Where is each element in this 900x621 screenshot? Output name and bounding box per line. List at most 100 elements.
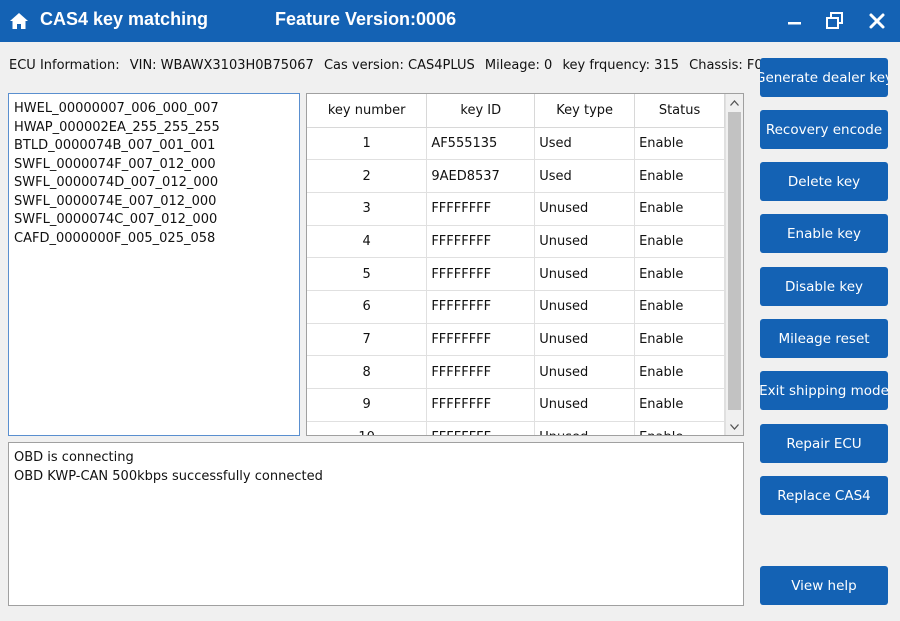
key-number-cell: 4 xyxy=(307,225,428,259)
key-type-cell: Used xyxy=(534,159,636,193)
window-title: CAS4 key matching xyxy=(40,9,209,29)
list-item[interactable]: CAFD_0000000F_005_025_058 xyxy=(14,230,294,249)
module-list[interactable]: HWEL_00000007_006_000_007 HWAP_000002EA_… xyxy=(8,93,300,436)
table-header-row: key number key ID Key type Status xyxy=(307,94,725,128)
table-row[interactable]: 10 FFFFFFFF Unused Enable xyxy=(307,421,725,435)
key-number-cell: 2 xyxy=(307,159,428,193)
list-item[interactable]: HWAP_000002EA_255_255_255 xyxy=(14,119,294,138)
key-type-cell: Unused xyxy=(534,290,636,324)
exit-shipping-mode-button[interactable]: Exit shipping mode xyxy=(760,371,888,410)
status-cell: Enable xyxy=(634,225,725,259)
status-log[interactable]: OBD is connecting OBD KWP-CAN 500kbps su… xyxy=(8,442,744,606)
restore-button[interactable] xyxy=(822,8,848,34)
column-header-key-number[interactable]: key number xyxy=(307,94,428,128)
status-cell: Enable xyxy=(634,192,725,226)
status-cell: Enable xyxy=(634,323,725,357)
list-item[interactable]: SWFL_0000074E_007_012_000 xyxy=(14,193,294,212)
key-number-cell: 6 xyxy=(307,290,428,324)
key-id-cell: FFFFFFFF xyxy=(426,290,536,324)
column-header-key-id[interactable]: key ID xyxy=(426,94,536,128)
key-id-cell: FFFFFFFF xyxy=(426,323,536,357)
column-header-key-type[interactable]: Key type xyxy=(534,94,636,128)
view-help-button[interactable]: View help xyxy=(760,566,888,605)
table-row[interactable]: 1 AF555135 Used Enable xyxy=(307,127,725,161)
recovery-encode-button[interactable]: Recovery encode xyxy=(760,110,888,149)
status-cell: Enable xyxy=(634,257,725,291)
table-row[interactable]: 8 FFFFFFFF Unused Enable xyxy=(307,355,725,389)
key-type-cell: Unused xyxy=(534,421,636,435)
feature-version: Feature Version:0006 xyxy=(275,9,457,29)
minimize-button[interactable] xyxy=(782,8,808,34)
mileage-reset-button[interactable]: Mileage reset xyxy=(760,319,888,358)
column-header-status[interactable]: Status xyxy=(634,94,725,128)
scroll-down-button[interactable] xyxy=(726,418,743,435)
ecu-information: ECU Information: VIN: WBAWX3103H0B75067 … xyxy=(9,58,785,73)
scroll-up-button[interactable] xyxy=(726,94,743,111)
home-icon[interactable] xyxy=(9,11,29,31)
key-id-cell: FFFFFFFF xyxy=(426,355,536,389)
key-number-cell: 8 xyxy=(307,355,428,389)
table-row[interactable]: 2 9AED8537 Used Enable xyxy=(307,159,725,193)
status-cell: Enable xyxy=(634,159,725,193)
table-row[interactable]: 9 FFFFFFFF Unused Enable xyxy=(307,388,725,422)
table-row[interactable]: 3 FFFFFFFF Unused Enable xyxy=(307,192,725,226)
key-type-cell: Unused xyxy=(534,355,636,389)
ecu-info-label: ECU Information: xyxy=(9,58,120,73)
restore-icon xyxy=(826,12,843,29)
disable-key-button[interactable]: Disable key xyxy=(760,267,888,306)
delete-key-button[interactable]: Delete key xyxy=(760,162,888,201)
key-table-panel: key number key ID Key type Status 1 AF55… xyxy=(306,93,744,436)
key-number-cell: 5 xyxy=(307,257,428,291)
close-icon xyxy=(869,13,885,29)
list-item[interactable]: SWFL_0000074D_007_012_000 xyxy=(14,174,294,193)
cas-version-value: Cas version: CAS4PLUS xyxy=(323,58,475,73)
key-id-cell: FFFFFFFF xyxy=(426,225,536,259)
list-item[interactable]: BTLD_0000074B_007_001_001 xyxy=(14,137,294,156)
log-line: OBD KWP-CAN 500kbps successfully connect… xyxy=(14,468,323,484)
table-row[interactable]: 7 FFFFFFFF Unused Enable xyxy=(307,323,725,357)
close-button[interactable] xyxy=(864,8,890,34)
replace-cas4-button[interactable]: Replace CAS4 xyxy=(760,476,888,515)
vin-value: VIN: WBAWX3103H0B75067 xyxy=(129,58,314,73)
table-row[interactable]: 5 FFFFFFFF Unused Enable xyxy=(307,257,725,291)
enable-key-button[interactable]: Enable key xyxy=(760,214,888,253)
list-item[interactable]: SWFL_0000074C_007_012_000 xyxy=(14,211,294,230)
scroll-thumb[interactable] xyxy=(728,112,741,410)
status-cell: Enable xyxy=(634,127,725,161)
mileage-value: Mileage: 0 xyxy=(484,58,553,73)
key-id-cell: AF555135 xyxy=(426,127,536,161)
key-id-cell: FFFFFFFF xyxy=(426,421,536,435)
key-id-cell: FFFFFFFF xyxy=(426,257,536,291)
list-item[interactable]: HWEL_00000007_006_000_007 xyxy=(14,100,294,119)
generate-dealer-key-button[interactable]: Generate dealer key xyxy=(760,58,888,97)
table-row[interactable]: 6 FFFFFFFF Unused Enable xyxy=(307,290,725,324)
key-type-cell: Unused xyxy=(534,257,636,291)
scroll-up-icon xyxy=(730,99,739,106)
key-id-cell: 9AED8537 xyxy=(426,159,536,193)
title-bar: CAS4 key matching Feature Version:0006 xyxy=(0,0,900,42)
status-cell: Enable xyxy=(634,355,725,389)
status-cell: Enable xyxy=(634,421,725,435)
status-cell: Enable xyxy=(634,290,725,324)
key-id-cell: FFFFFFFF xyxy=(426,192,536,226)
key-number-cell: 7 xyxy=(307,323,428,357)
key-type-cell: Unused xyxy=(534,323,636,357)
key-number-cell: 1 xyxy=(307,127,428,161)
key-number-cell: 10 xyxy=(307,421,428,435)
key-type-cell: Used xyxy=(534,127,636,161)
key-frequency-value: key frquency: 315 xyxy=(562,58,679,73)
status-cell: Enable xyxy=(634,388,725,422)
minimize-icon xyxy=(788,22,801,25)
key-type-cell: Unused xyxy=(534,225,636,259)
repair-ecu-button[interactable]: Repair ECU xyxy=(760,424,888,463)
log-line: OBD is connecting xyxy=(14,450,134,465)
table-row[interactable]: 4 FFFFFFFF Unused Enable xyxy=(307,225,725,259)
list-item[interactable]: SWFL_0000074F_007_012_000 xyxy=(14,156,294,175)
scroll-down-icon xyxy=(730,423,739,430)
key-type-cell: Unused xyxy=(534,388,636,422)
key-number-cell: 9 xyxy=(307,388,428,422)
key-number-cell: 3 xyxy=(307,192,428,226)
key-id-cell: FFFFFFFF xyxy=(426,388,536,422)
table-scrollbar[interactable] xyxy=(725,94,743,435)
key-table: key number key ID Key type Status 1 AF55… xyxy=(307,94,725,435)
